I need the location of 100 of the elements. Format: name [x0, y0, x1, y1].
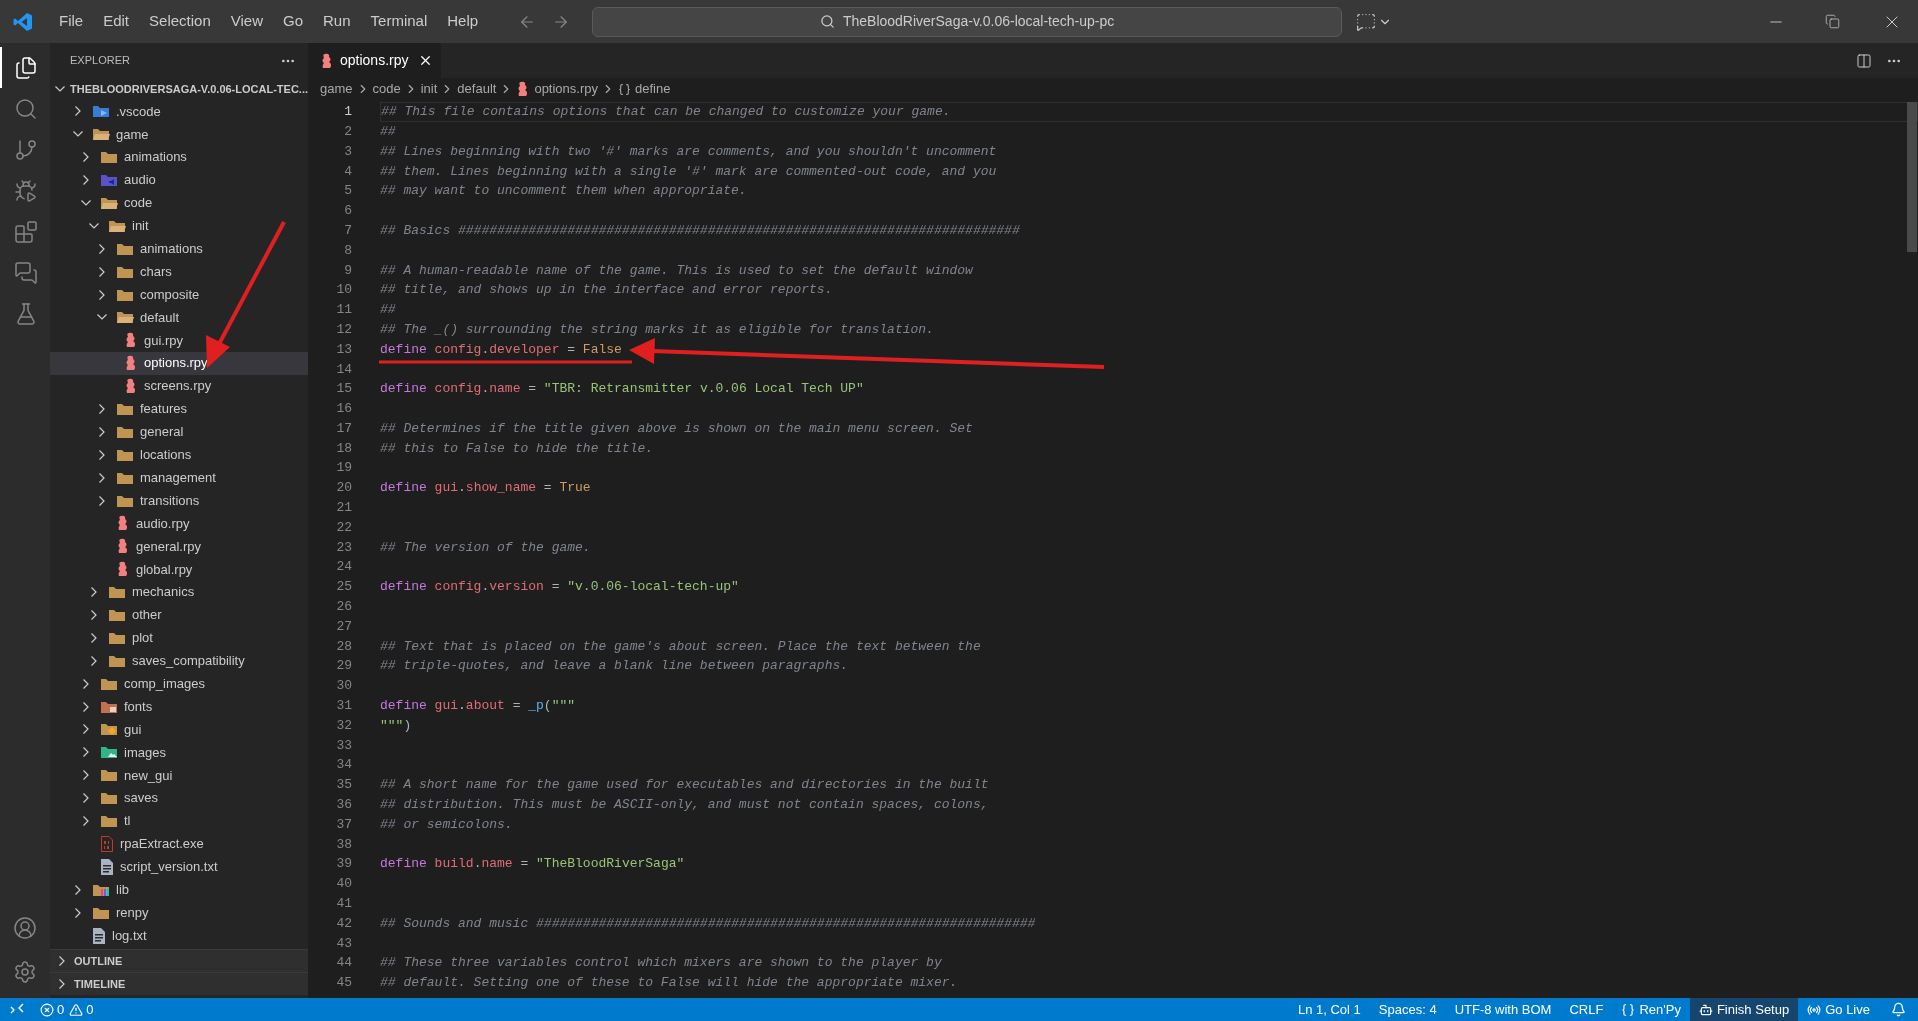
- code-line: ## A short name for the game used for executables and directories in the built: [380, 776, 989, 795]
- folder-item[interactable]: saves_compatibility: [50, 649, 308, 673]
- folder-item[interactable]: composite: [50, 283, 308, 306]
- folder-icon: [116, 493, 134, 508]
- folder-item[interactable]: plot: [50, 626, 308, 650]
- workspace-name: TheBloodRiverSaga-v.0.06-local-tech-up-pc: [842, 12, 1115, 31]
- explorer-item[interactable]: options.rpy: [50, 351, 308, 375]
- line-number: 42: [336, 914, 352, 933]
- status-item[interactable]: Ren'Py: [1612, 998, 1690, 1021]
- folder-item[interactable]: management: [50, 466, 308, 490]
- folder-item[interactable]: images: [50, 740, 308, 764]
- explorer-item[interactable]: rpaExtract.exe: [50, 832, 308, 856]
- status-item[interactable]: Finish Setup: [1689, 998, 1799, 1021]
- chevron-right-icon: [83, 724, 89, 735]
- folder-item[interactable]: gui: [50, 718, 308, 741]
- folder-item[interactable]: other: [50, 603, 308, 627]
- line-number: 36: [336, 796, 352, 815]
- folder-item[interactable]: .vscode: [50, 100, 308, 123]
- braces-icon: [1621, 1002, 1636, 1017]
- status-item[interactable]: Spaces: 4: [1369, 998, 1446, 1021]
- menu-item[interactable]: Help: [437, 6, 489, 37]
- chevron-right-icon: [83, 816, 89, 827]
- line-number: 35: [336, 776, 352, 795]
- folder-item[interactable]: game: [50, 122, 308, 146]
- breadcrumb-item[interactable]: options.rpy: [516, 79, 598, 99]
- menu-item[interactable]: View: [220, 6, 273, 37]
- folder-item[interactable]: renpy: [50, 901, 308, 925]
- folder-item[interactable]: init: [50, 214, 308, 238]
- section-header[interactable]: TIMELINE: [50, 972, 308, 995]
- folder-item[interactable]: mechanics: [50, 580, 308, 604]
- chat-icon[interactable]: [1356, 11, 1377, 32]
- status-item[interactable]: UTF-8 with BOM: [1445, 998, 1561, 1021]
- chevron-right-icon: [75, 884, 81, 895]
- files-icon: [14, 55, 38, 80]
- explorer-item[interactable]: audio.rpy: [50, 512, 308, 535]
- chevron-right-icon: [99, 266, 105, 277]
- folder-icon: [116, 287, 134, 302]
- chevron-down-icon: [97, 314, 107, 321]
- explorer-item[interactable]: gui.rpy: [50, 328, 308, 352]
- menu-item[interactable]: Terminal: [360, 6, 438, 37]
- explorer-item[interactable]: screens.rpy: [50, 374, 308, 398]
- section-header[interactable]: OUTLINE: [50, 949, 308, 972]
- folder-item[interactable]: animations: [50, 145, 308, 169]
- folder-item[interactable]: general: [50, 420, 308, 444]
- folder-icon: [108, 653, 126, 668]
- status-item[interactable]: CRLF: [1560, 998, 1613, 1021]
- menu-item[interactable]: Go: [273, 6, 313, 37]
- menu-item[interactable]: Run: [313, 6, 361, 37]
- menu-item[interactable]: Edit: [93, 6, 140, 37]
- explorer-item[interactable]: global.rpy: [50, 557, 308, 581]
- menu-item[interactable]: File: [49, 6, 94, 37]
- folder-item[interactable]: saves: [50, 786, 308, 810]
- problems-button[interactable]: 0 0: [34, 998, 100, 1021]
- folder-item[interactable]: new_gui: [50, 763, 308, 787]
- line-number: 26: [336, 598, 352, 617]
- code-line: ## them. Lines beginning with a single '#' mark are commented-out code, and you: [380, 162, 997, 181]
- folder-item[interactable]: fonts: [50, 695, 308, 719]
- folder-item[interactable]: comp_images: [50, 672, 308, 696]
- line-number: 5: [344, 182, 352, 201]
- folder-item[interactable]: transitions: [50, 489, 308, 513]
- flask-icon: [14, 301, 38, 326]
- editor-tab[interactable]: options.rpy: [308, 43, 442, 78]
- breadcrumb-item[interactable]: init: [420, 79, 438, 99]
- folder-item[interactable]: audio: [50, 168, 308, 192]
- status-item[interactable]: Ln 1, Col 1: [1288, 998, 1370, 1021]
- line-number: 16: [336, 400, 352, 419]
- folder-item[interactable]: chars: [50, 260, 308, 284]
- chevron-right-icon: [59, 979, 65, 989]
- project-header[interactable]: THEBLOODRIVERSAGA-V.0.06-LOCAL-TEC...: [50, 78, 308, 100]
- folder-icon: [116, 241, 134, 256]
- breadcrumb-item[interactable]: game: [320, 79, 353, 99]
- code-line: define build.name = "TheBloodRiverSaga": [380, 855, 685, 874]
- notification-icon[interactable]: [1891, 1002, 1906, 1017]
- account-icon[interactable]: [13, 916, 37, 940]
- renpy-file-icon: [320, 52, 334, 69]
- explorer-item[interactable]: script_version.txt: [50, 855, 308, 879]
- folder-item[interactable]: tl: [50, 809, 308, 833]
- command-center-field[interactable]: TheBloodRiverSaga-v.0.06-local-tech-up-pc: [592, 6, 1343, 37]
- split-editor-icon[interactable]: [1856, 52, 1872, 69]
- folder-item[interactable]: lib: [50, 878, 308, 902]
- folder-item[interactable]: default: [50, 306, 308, 329]
- menu-item[interactable]: Selection: [139, 6, 221, 37]
- chevron-down-icon: [55, 86, 65, 92]
- breadcrumb-item[interactable]: code: [372, 79, 401, 99]
- breadcrumb-item[interactable]: define: [618, 79, 671, 99]
- chevron-down-icon: [89, 222, 99, 229]
- folder-icon: [116, 402, 134, 416]
- folder-item[interactable]: features: [50, 397, 308, 421]
- folder-item[interactable]: locations: [50, 443, 308, 467]
- folder-item[interactable]: animations: [50, 237, 308, 261]
- folder-item[interactable]: code: [50, 191, 308, 215]
- explorer-item[interactable]: log.txt: [50, 924, 308, 947]
- restore-icon[interactable]: [1825, 14, 1840, 29]
- settings-icon[interactable]: [13, 960, 37, 984]
- scrollbar-thumb[interactable]: [1907, 102, 1917, 252]
- status-item[interactable]: Go Live: [1798, 998, 1879, 1021]
- chevron-right-icon: [83, 701, 89, 712]
- breadcrumb-item[interactable]: default: [457, 79, 497, 99]
- book-folder-icon: [92, 882, 110, 897]
- explorer-item[interactable]: general.rpy: [50, 534, 308, 558]
